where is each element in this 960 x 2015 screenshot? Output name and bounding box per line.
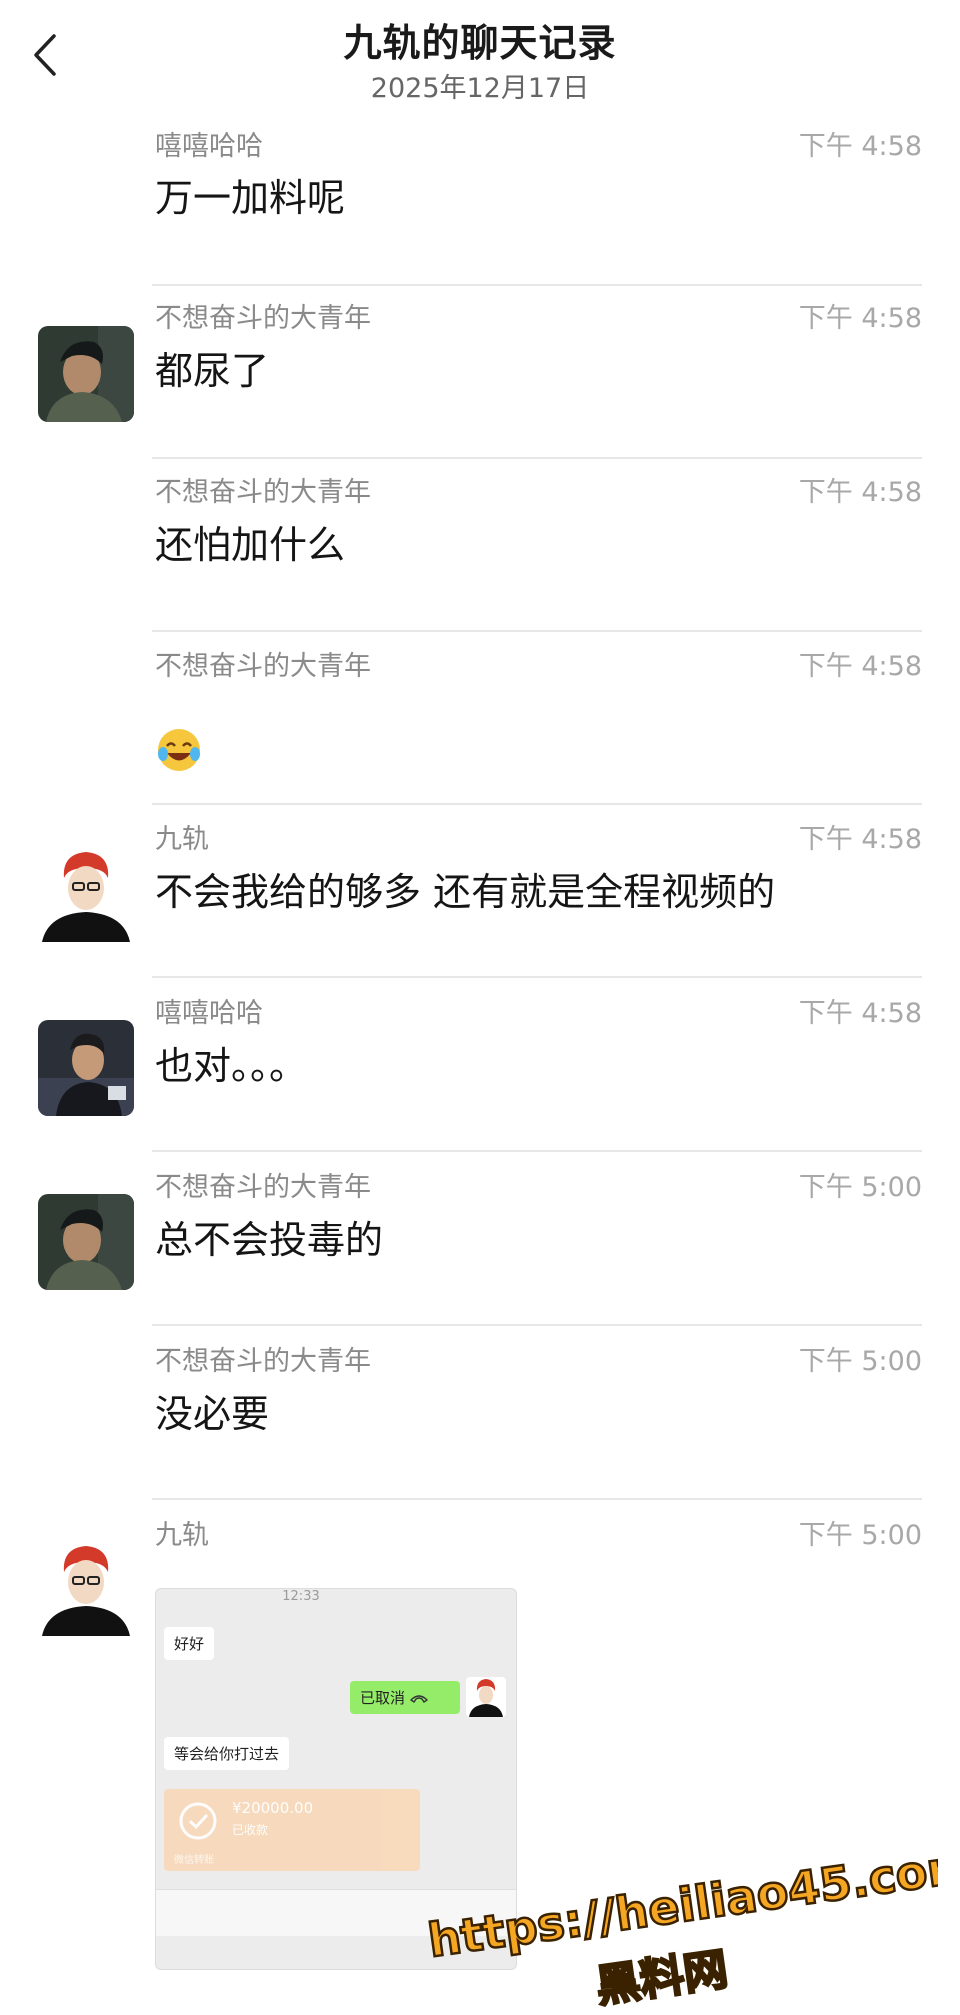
message-text: 万一加料呢	[155, 176, 346, 220]
message-time: 下午 4:58	[798, 824, 922, 855]
message-text: 也对。。。	[155, 1044, 308, 1088]
laughing-emoji	[155, 726, 203, 774]
message-time: 下午 4:58	[798, 303, 922, 334]
divider	[152, 803, 922, 805]
image-message-screenshot[interactable]: 12:33 好好 已取消 等会给你打过去 ¥20000.00 已收款 微信转账	[155, 1588, 517, 1970]
sender-name: 不想奋斗的大青年	[155, 651, 371, 682]
sender-name: 不想奋斗的大青年	[155, 303, 371, 334]
divider	[152, 1498, 922, 1500]
transfer-footer: 微信转账	[174, 1855, 214, 1866]
sender-name: 九轨	[155, 1520, 209, 1551]
sender-name: 不想奋斗的大青年	[155, 477, 371, 508]
message-time: 下午 4:58	[798, 998, 922, 1029]
sender-name: 不想奋斗的大青年	[155, 1172, 371, 1203]
message-time: 下午 4:58	[798, 651, 922, 682]
message-text: 还怕加什么	[155, 523, 346, 567]
transfer-status: 已收款	[232, 1823, 269, 1837]
watermark-name: 黑料网	[593, 1944, 731, 2010]
divider	[152, 457, 922, 459]
check-circle-icon	[178, 1801, 218, 1845]
page-title: 九轨的聊天记录	[343, 21, 617, 65]
screenshot-call-text: 已取消	[360, 1689, 406, 1707]
chat-date: 2025年12月17日	[370, 73, 590, 104]
avatar[interactable]	[38, 1020, 134, 1116]
avatar[interactable]	[38, 1194, 134, 1290]
sender-name: 嘻嘻哈哈	[155, 131, 263, 162]
screenshot-input-bar	[156, 1889, 516, 1936]
transfer-amount: ¥20000.00	[232, 1799, 314, 1817]
avatar[interactable]	[38, 846, 134, 942]
message-time: 下午 4:58	[798, 131, 922, 162]
sender-name: 不想奋斗的大青年	[155, 1346, 371, 1377]
screenshot-clock: 12:33	[282, 1589, 320, 1604]
message-time: 下午 5:00	[798, 1172, 922, 1203]
divider	[152, 976, 922, 978]
screenshot-avatar	[466, 1677, 506, 1717]
message-text: 没必要	[155, 1392, 270, 1436]
sender-name: 嘻嘻哈哈	[155, 998, 263, 1029]
chat-history-header: 九轨的聊天记录 2025年12月17日	[0, 0, 960, 120]
message-time: 下午 4:58	[798, 477, 922, 508]
message-text: 不会我给的够多 还有就是全程视频的	[155, 870, 776, 914]
transfer-card: ¥20000.00 已收款 微信转账	[164, 1789, 420, 1871]
divider	[152, 1324, 922, 1326]
message-time: 下午 5:00	[798, 1520, 922, 1551]
screenshot-bubble: 好好	[164, 1627, 215, 1660]
divider	[152, 284, 922, 286]
divider	[152, 1150, 922, 1152]
message-time: 下午 5:00	[798, 1346, 922, 1377]
message-text: 都尿了	[155, 349, 270, 393]
avatar[interactable]	[38, 1540, 134, 1636]
screenshot-bubble: 等会给你打过去	[164, 1737, 290, 1770]
message-text: 总不会投毒的	[155, 1218, 384, 1262]
screenshot-call-bubble: 已取消	[350, 1681, 460, 1714]
sender-name: 九轨	[155, 824, 209, 855]
avatar[interactable]	[38, 326, 134, 422]
phone-icon	[409, 1689, 428, 1707]
divider	[152, 630, 922, 632]
